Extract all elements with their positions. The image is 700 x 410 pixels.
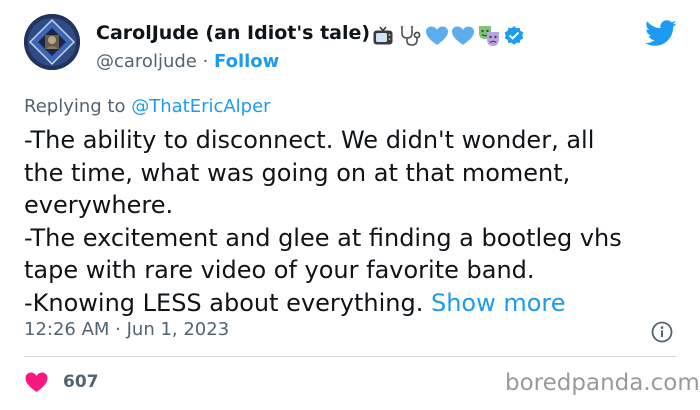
performing-arts-icon bbox=[477, 24, 501, 48]
tweet-line: everywhere. bbox=[24, 191, 174, 219]
tweet-line: tape with rare video of your favorite ba… bbox=[24, 256, 535, 284]
tv-icon bbox=[371, 24, 395, 48]
display-name[interactable]: CarolJude (an Idiot's tale) bbox=[96, 22, 370, 44]
stethoscope-icon bbox=[397, 24, 423, 48]
follow-link[interactable]: Follow bbox=[214, 51, 279, 72]
name-badges bbox=[371, 22, 525, 50]
show-more-link[interactable]: Show more bbox=[431, 289, 566, 317]
tweet-text: -The ability to disconnect. We didn't wo… bbox=[24, 124, 674, 319]
reply-prefix: Replying to bbox=[24, 96, 132, 117]
divider bbox=[24, 356, 676, 357]
handle-separator: · bbox=[196, 51, 215, 72]
blue-heart-icon bbox=[451, 24, 475, 48]
tweet-line: -The excitement and glee at finding a bo… bbox=[24, 223, 622, 252]
reply-mention-link[interactable]: @ThatEricAlper bbox=[131, 96, 270, 117]
blue-heart-icon bbox=[425, 24, 449, 48]
tweet-timestamp[interactable]: 12:26 AM · Jun 1, 2023 bbox=[24, 319, 229, 340]
tweet-line: -The ability to disconnect. We didn't wo… bbox=[24, 126, 595, 154]
tweet-card: CarolJude (an Idiot's tale) @caroljude ·… bbox=[0, 0, 700, 410]
like-count: 607 bbox=[63, 372, 99, 392]
twitter-bird-icon[interactable] bbox=[645, 20, 677, 51]
boredpanda-watermark: boredpanda.com bbox=[505, 370, 700, 396]
reply-context: Replying to @ThatEricAlper bbox=[24, 96, 271, 117]
avatar[interactable] bbox=[24, 14, 80, 70]
info-icon[interactable] bbox=[650, 320, 674, 348]
tweet-line: the time, what was going on at that mome… bbox=[24, 158, 571, 187]
tweet-line-last: -Knowing LESS about everything. Show mor… bbox=[24, 287, 674, 320]
heart-icon[interactable] bbox=[24, 371, 49, 397]
handle-row: @caroljude · Follow bbox=[96, 51, 279, 72]
verified-badge-icon[interactable] bbox=[503, 25, 525, 47]
handle[interactable]: @caroljude bbox=[96, 51, 197, 72]
tweet-line-last-text: -Knowing LESS about everything. bbox=[24, 288, 431, 317]
